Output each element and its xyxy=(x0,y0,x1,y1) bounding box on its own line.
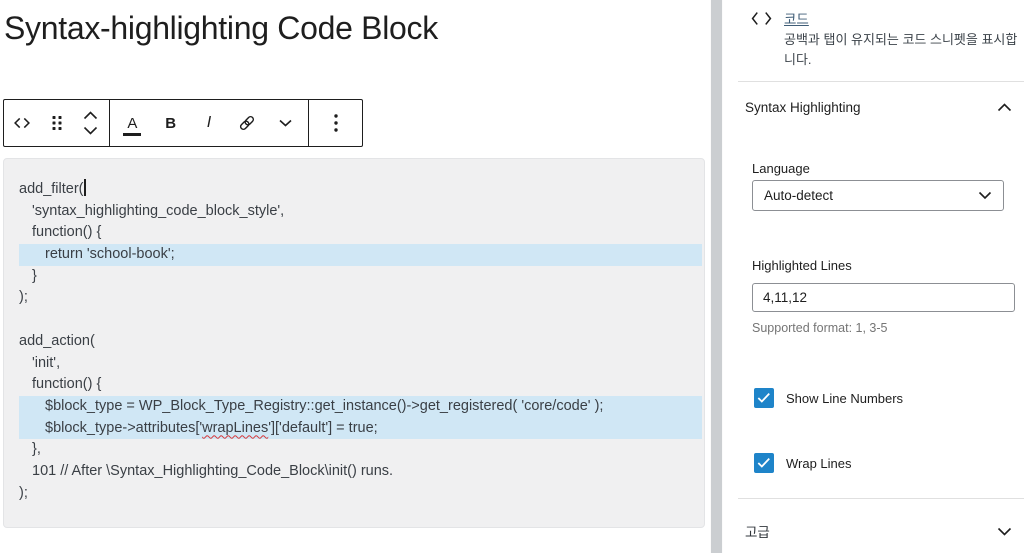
language-label: Language xyxy=(752,161,810,176)
code-line[interactable]: ); xyxy=(19,483,702,505)
code-line[interactable] xyxy=(19,309,702,331)
code-line[interactable]: $block_type = WP_Block_Type_Registry::ge… xyxy=(19,395,702,418)
drag-handle-icon xyxy=(52,116,61,130)
panel-title: 고급 xyxy=(745,525,770,540)
code-icon xyxy=(750,10,773,32)
code-block-type-button[interactable] xyxy=(6,101,38,145)
language-select[interactable]: Auto-detect xyxy=(752,180,1004,211)
chevron-up-icon xyxy=(84,111,98,120)
settings-sidebar: 코드 공백과 탭이 유지되는 코드 스니펫을 표시합니다. Syntax Hig… xyxy=(723,0,1024,553)
link-icon xyxy=(240,115,255,131)
highlighted-lines-input[interactable] xyxy=(752,283,1015,312)
spellcheck-error: wrapLines xyxy=(202,419,269,436)
chevron-down-icon xyxy=(997,527,1012,536)
scrollbar[interactable] xyxy=(710,0,723,553)
link-button[interactable] xyxy=(231,101,263,145)
highlighted-lines-label: Highlighted Lines xyxy=(752,258,852,273)
more-formats-button[interactable] xyxy=(270,101,302,145)
block-description: 공백과 탭이 유지되는 코드 스니펫을 표시합니다. xyxy=(784,32,1018,68)
code-line[interactable]: }, xyxy=(19,439,702,461)
code-line[interactable]: $block_type->attributes['wrapLines']['de… xyxy=(19,417,702,440)
code-line[interactable]: 101 // After \Syntax_Highlighting_Code_B… xyxy=(19,461,702,483)
code-line[interactable]: } xyxy=(19,266,702,288)
checkbox-label: Wrap Lines xyxy=(786,455,852,471)
divider xyxy=(738,81,1024,82)
checkbox-checked-icon xyxy=(754,453,774,473)
show-line-numbers-checkbox[interactable]: Show Line Numbers xyxy=(754,388,903,408)
toolbar-group-block xyxy=(4,100,110,146)
highlight-color-button[interactable]: A xyxy=(116,101,148,145)
text-caret xyxy=(84,179,86,196)
block-toolbar: A B I xyxy=(3,99,363,147)
panel-syntax-highlighting[interactable]: Syntax Highlighting xyxy=(745,100,1012,115)
highlighted-lines-help: Supported format: 1, 3-5 xyxy=(752,321,888,335)
code-line[interactable]: 'init', xyxy=(19,353,702,375)
code-line[interactable]: ); xyxy=(19,287,702,309)
toolbar-group-format: A B I xyxy=(110,100,309,146)
drag-handle[interactable] xyxy=(41,101,73,145)
code-line[interactable]: return 'school-book'; xyxy=(19,244,702,266)
code-editor[interactable]: add_filter('syntax_highlighting_code_blo… xyxy=(19,179,702,504)
language-selected-value: Auto-detect xyxy=(764,188,834,203)
code-line[interactable]: function() { xyxy=(19,374,702,396)
move-up-button[interactable] xyxy=(83,110,98,122)
scrollbar-thumb[interactable] xyxy=(711,0,722,553)
chevron-down-icon xyxy=(279,119,292,127)
code-line[interactable]: 'syntax_highlighting_code_block_style', xyxy=(19,201,702,223)
move-down-button[interactable] xyxy=(83,125,98,137)
page-title[interactable]: Syntax-highlighting Code Block xyxy=(4,10,438,47)
chevron-up-icon xyxy=(997,103,1012,112)
code-block-icon xyxy=(14,117,31,129)
panel-advanced[interactable]: 고급 xyxy=(745,521,1012,541)
ellipsis-icon xyxy=(333,114,338,132)
toolbar-group-options xyxy=(309,100,362,146)
code-line[interactable]: function() { xyxy=(19,222,702,244)
checkbox-checked-icon xyxy=(754,388,774,408)
italic-button[interactable]: I xyxy=(193,101,225,145)
chevron-down-icon xyxy=(978,191,992,200)
block-title-link[interactable]: 코드 xyxy=(784,8,809,28)
wrap-lines-checkbox[interactable]: Wrap Lines xyxy=(754,453,852,473)
code-line[interactable]: add_filter( xyxy=(19,179,702,201)
chevron-down-icon xyxy=(84,126,98,135)
checkbox-label: Show Line Numbers xyxy=(786,390,904,406)
panel-title: Syntax Highlighting xyxy=(745,100,861,115)
code-block[interactable]: add_filter('syntax_highlighting_code_blo… xyxy=(3,158,705,528)
divider xyxy=(738,498,1024,499)
bold-button[interactable]: B xyxy=(155,101,187,145)
code-line[interactable]: add_action( xyxy=(19,331,702,353)
options-button[interactable] xyxy=(320,101,352,145)
block-mover xyxy=(75,110,107,137)
